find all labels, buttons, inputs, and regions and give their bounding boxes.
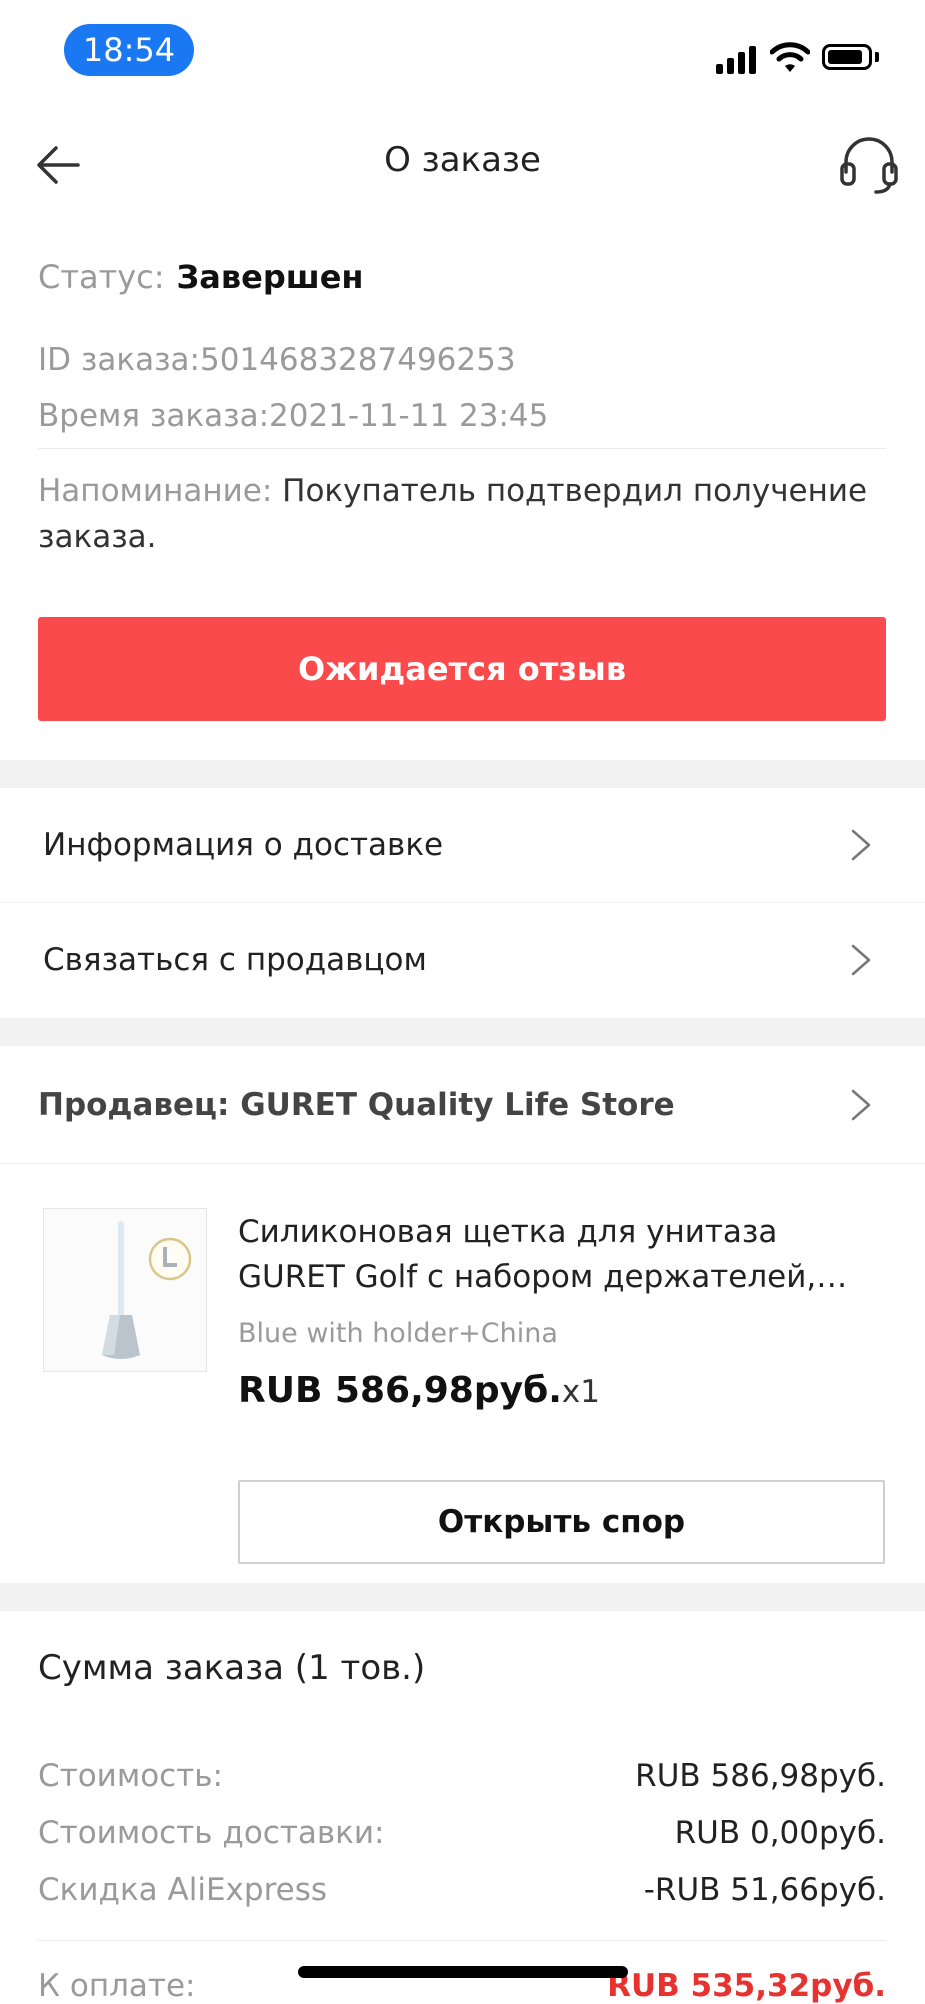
status-value: Завершен — [176, 258, 364, 296]
summary-row-label: Скидка AliExpress — [38, 1872, 328, 1908]
product-qty: x1 — [561, 1374, 600, 1410]
leave-review-button[interactable]: Ожидается отзыв — [38, 617, 886, 721]
battery-cap — [875, 52, 879, 62]
cellular-signal-icon — [716, 46, 758, 74]
product-title[interactable]: Силиконовая щетка для унитаза GURET Golf… — [238, 1210, 888, 1300]
battery-level — [828, 50, 862, 64]
summary-row: Стоимость: RUB 586,98руб. — [38, 1758, 886, 1794]
summary-row-value: -RUB 51,66руб. — [643, 1872, 886, 1908]
product-price-line: RUB 586,98руб.x1 — [238, 1370, 600, 1411]
order-reminder: Напоминание: Покупатель подтвердил получ… — [38, 468, 888, 560]
order-summary-title: Сумма заказа (1 тов.) — [38, 1648, 426, 1688]
order-status: Статус: Завершен — [38, 258, 364, 296]
summary-row: Скидка AliExpress -RUB 51,66руб. — [38, 1872, 886, 1908]
summary-row-label: Стоимость: — [38, 1758, 223, 1794]
seller-name: Продавец: GURET Quality Life Store — [38, 1087, 675, 1123]
reminder-label: Напоминание: — [38, 473, 273, 509]
summary-row-value: RUB 586,98руб. — [635, 1758, 886, 1794]
seller-row[interactable]: Продавец: GURET Quality Life Store — [0, 1047, 925, 1163]
chevron-right-icon — [851, 829, 871, 861]
section-gap — [0, 1583, 925, 1611]
total-pay-value: RUB 535,32руб. — [607, 1968, 886, 2004]
order-time: Время заказа:2021-11-11 23:45 — [38, 398, 549, 434]
section-gap — [0, 760, 925, 788]
divider — [38, 448, 886, 449]
product-price: RUB 586,98руб. — [238, 1370, 562, 1411]
chevron-right-icon — [851, 944, 871, 976]
summary-row-label: Стоимость доставки: — [38, 1815, 385, 1851]
toilet-brush-image — [102, 1221, 192, 1359]
summary-row: Стоимость доставки: RUB 0,00руб. — [38, 1815, 886, 1851]
product-variant: Blue with holder+China — [238, 1318, 558, 1349]
status-label: Статус: — [38, 258, 165, 296]
divider — [38, 1940, 886, 1941]
open-dispute-button[interactable]: Открыть спор — [238, 1480, 885, 1564]
headset-icon[interactable] — [836, 132, 902, 198]
order-id: ID заказа:5014683287496253 — [38, 342, 516, 378]
section-gap — [0, 1018, 925, 1046]
product-thumbnail[interactable] — [43, 1208, 207, 1372]
divider — [0, 1163, 925, 1164]
contact-seller-row[interactable]: Связаться с продавцом — [0, 903, 925, 1017]
contact-seller-label: Связаться с продавцом — [43, 942, 427, 978]
delivery-info-label: Информация о доставке — [43, 827, 444, 863]
page-title: О заказе — [384, 140, 541, 180]
wifi-icon — [770, 42, 810, 72]
total-pay-label: К оплате: — [38, 1968, 196, 2004]
chevron-right-icon — [851, 1089, 871, 1121]
status-time: 18:54 — [64, 24, 194, 76]
summary-row-value: RUB 0,00руб. — [674, 1815, 886, 1851]
delivery-info-row[interactable]: Информация о доставке — [0, 788, 925, 902]
home-indicator[interactable] — [298, 1966, 628, 1978]
